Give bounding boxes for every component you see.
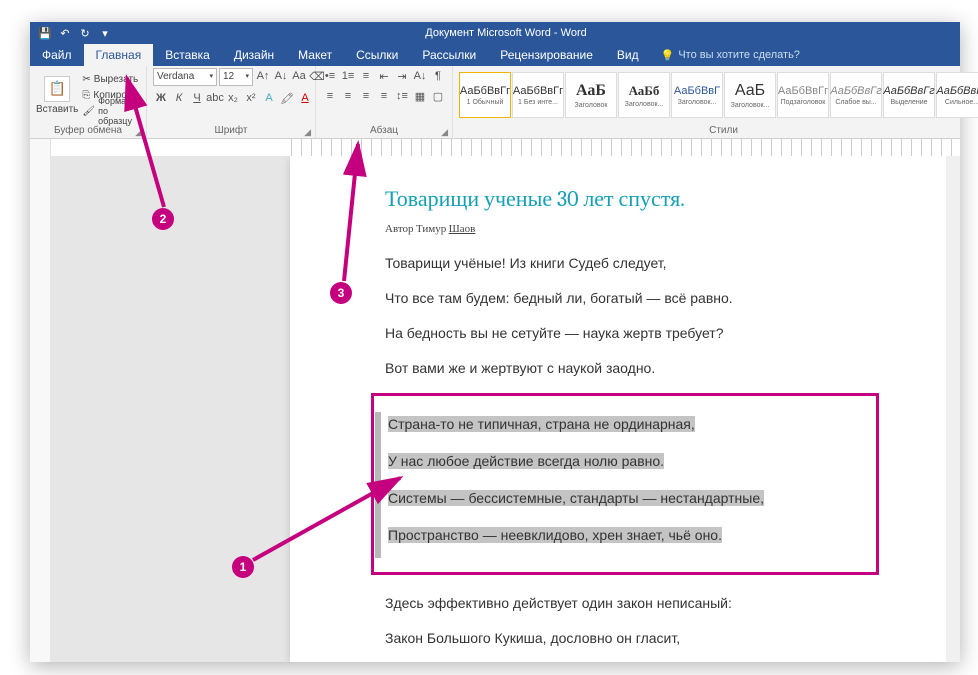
tab-references[interactable]: Ссылки bbox=[344, 44, 410, 66]
strike-icon[interactable]: abc bbox=[207, 90, 223, 106]
align-left-icon[interactable]: ≡ bbox=[322, 88, 338, 104]
app-title: Документ Microsoft Word - Word bbox=[112, 27, 900, 39]
font-group-label: Шрифт◢ bbox=[147, 124, 315, 138]
paragraph-group-label: Абзац◢ bbox=[316, 124, 452, 138]
tab-home[interactable]: Главная bbox=[84, 44, 154, 66]
style-heading2[interactable]: АаБбЗаголовок... bbox=[618, 72, 670, 118]
paste-button[interactable]: 📋 Вставить bbox=[36, 76, 78, 115]
font-name-dropdown[interactable]: Verdana▾ bbox=[153, 68, 217, 86]
document-page[interactable]: Товарищи ученые 30 лет спустя. Автор Тим… bbox=[290, 156, 950, 662]
font-color-icon[interactable]: A bbox=[297, 90, 313, 106]
cut-button[interactable]: ✂ Вырезать bbox=[82, 72, 140, 87]
styles-group-label: Стили◢ bbox=[453, 124, 978, 138]
style-normal[interactable]: АаБбВвГг1 Обычный bbox=[459, 72, 511, 118]
show-marks-icon[interactable]: ¶ bbox=[430, 68, 446, 84]
italic-icon[interactable]: К bbox=[171, 90, 187, 106]
text-effects-icon[interactable]: A bbox=[261, 90, 277, 106]
text-line: Вот вами же и жертвуют с наукой заодно. bbox=[385, 358, 865, 379]
highlight-icon[interactable]: 🖍 bbox=[279, 90, 295, 106]
annotation-1: 1 bbox=[232, 556, 254, 578]
vertical-ruler[interactable] bbox=[30, 156, 50, 662]
tab-mailings[interactable]: Рассылки bbox=[410, 44, 488, 66]
style-nospace[interactable]: АаБбВвГг1 Без инте... bbox=[512, 72, 564, 118]
style-heading1[interactable]: АаБЗаголовок bbox=[565, 72, 617, 118]
subscript-icon[interactable]: x₂ bbox=[225, 90, 241, 106]
style-title[interactable]: АаБЗаголовок... bbox=[724, 72, 776, 118]
text-line: У нас любое действие всегда нолю равно. bbox=[388, 451, 862, 472]
launcher-icon[interactable]: ◢ bbox=[441, 125, 448, 139]
tab-bar: Файл Главная Вставка Дизайн Макет Ссылки… bbox=[30, 44, 960, 66]
text-line: Пространство — неевклидово, хрен знает, … bbox=[388, 525, 862, 546]
format-painter-button[interactable]: 🖌 Формат по образцу bbox=[82, 104, 140, 119]
clipboard-group-label: Буфер обмена◢ bbox=[30, 124, 146, 138]
text-line: Закон Большого Кукиша, дословно он гласи… bbox=[385, 628, 865, 649]
doc-title: Товарищи ученые 30 лет спустя. bbox=[385, 186, 865, 212]
annotation-3: 3 bbox=[330, 282, 352, 304]
text-line: Страна-то не типичная, страна не ординар… bbox=[388, 414, 862, 435]
outdent-icon[interactable]: ⇤ bbox=[376, 68, 392, 84]
shading-icon[interactable]: ▦ bbox=[412, 88, 428, 104]
tab-insert[interactable]: Вставка bbox=[153, 44, 222, 66]
style-subtitle[interactable]: АаБбВвГгПодзаголовок bbox=[777, 72, 829, 118]
text-line: Системы — бессистемные, стандарты — нест… bbox=[388, 488, 862, 509]
numbering-icon[interactable]: 1≡ bbox=[340, 68, 356, 84]
styles-gallery[interactable]: АаБбВвГг1 Обычный АаБбВвГг1 Без инте... … bbox=[459, 72, 978, 118]
underline-icon[interactable]: Ч bbox=[189, 90, 205, 106]
selected-block: Страна-то не типичная, страна не ординар… bbox=[371, 393, 879, 575]
save-icon[interactable]: 💾 bbox=[38, 26, 52, 40]
superscript-icon[interactable]: x² bbox=[243, 90, 259, 106]
tab-design[interactable]: Дизайн bbox=[222, 44, 286, 66]
style-subtle[interactable]: АаБбВвГгСлабое вы... bbox=[830, 72, 882, 118]
undo-icon[interactable]: ↶ bbox=[58, 26, 72, 40]
launcher-icon[interactable]: ◢ bbox=[304, 125, 311, 139]
doc-author: Автор Тимур Шаов bbox=[385, 222, 865, 235]
indent-icon[interactable]: ⇥ bbox=[394, 68, 410, 84]
tab-layout[interactable]: Макет bbox=[286, 44, 344, 66]
clipboard-icon: 📋 bbox=[44, 76, 70, 102]
titlebar: 💾 ↶ ↻ ▾ Документ Microsoft Word - Word bbox=[30, 22, 960, 44]
line-spacing-icon[interactable]: ↕≡ bbox=[394, 88, 410, 104]
change-case-icon[interactable]: Aa bbox=[291, 68, 307, 84]
text-line: Товарищи учёные! Из книги Судеб следует, bbox=[385, 253, 865, 274]
style-strong[interactable]: АаБбВвГгСильное... bbox=[936, 72, 978, 118]
text-line: Что все там будем: бедный ли, богатый — … bbox=[385, 288, 865, 309]
font-shrink-icon[interactable]: A↓ bbox=[273, 68, 289, 84]
vertical-scrollbar[interactable] bbox=[946, 156, 960, 662]
bold-icon[interactable]: Ж bbox=[153, 90, 169, 106]
style-heading3[interactable]: АаБбВвГЗаголовок... bbox=[671, 72, 723, 118]
borders-icon[interactable]: ▢ bbox=[430, 88, 446, 104]
qat-more-icon[interactable]: ▾ bbox=[98, 26, 112, 40]
ribbon: 📋 Вставить ✂ Вырезать ⎘ Копировать 🖌 Фор… bbox=[30, 66, 960, 139]
font-grow-icon[interactable]: A↑ bbox=[255, 68, 271, 84]
align-center-icon[interactable]: ≡ bbox=[340, 88, 356, 104]
redo-icon[interactable]: ↻ bbox=[78, 26, 92, 40]
sort-icon[interactable]: A↓ bbox=[412, 68, 428, 84]
tab-review[interactable]: Рецензирование bbox=[488, 44, 605, 66]
text-line: Здесь эффективно действует один закон не… bbox=[385, 593, 865, 614]
align-right-icon[interactable]: ≡ bbox=[358, 88, 374, 104]
multilevel-icon[interactable]: ≡ bbox=[358, 68, 374, 84]
text-line: На бедность вы не сетуйте — наука жертв … bbox=[385, 323, 865, 344]
tab-view[interactable]: Вид bbox=[605, 44, 651, 66]
justify-icon[interactable]: ≡ bbox=[376, 88, 392, 104]
style-emphasis[interactable]: АаБбВвГгВыделение bbox=[883, 72, 935, 118]
font-size-dropdown[interactable]: 12▾ bbox=[219, 68, 253, 86]
selection-marker bbox=[375, 412, 381, 558]
launcher-icon[interactable]: ◢ bbox=[135, 125, 142, 139]
annotation-2: 2 bbox=[152, 208, 174, 230]
bullets-icon[interactable]: •≡ bbox=[322, 68, 338, 84]
tab-file[interactable]: Файл bbox=[30, 44, 84, 66]
tell-me-input[interactable]: 💡 Что вы хотите сделать? bbox=[651, 44, 810, 66]
